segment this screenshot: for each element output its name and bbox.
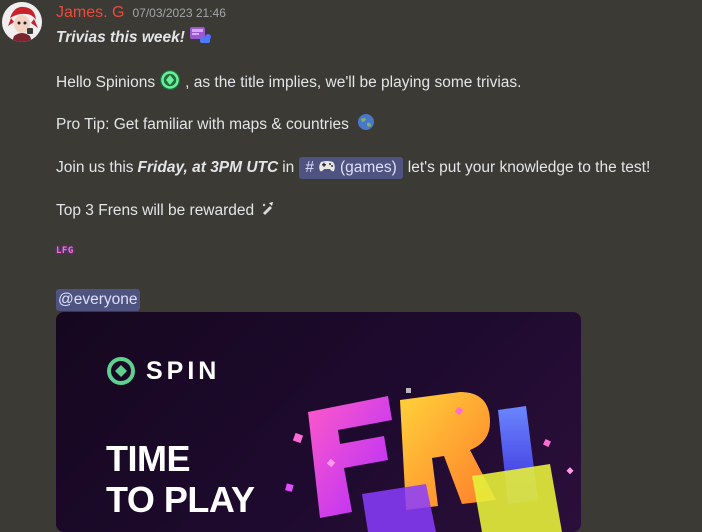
reward-text: Top 3 Frens will be rewarded <box>56 201 255 219</box>
event-time: Friday, at 3PM UTC <box>137 159 279 176</box>
message-title: Trivias this week! <box>56 28 185 46</box>
join-rest: let's put your knowledge to the test! <box>407 159 651 176</box>
greeting-text: Hello Spinions <box>56 73 156 91</box>
reward-line: Top 3 Frens will be rewarded <box>56 201 279 220</box>
hero-text: TIME TO PLAY <box>106 438 255 520</box>
avatar[interactable] <box>2 2 42 42</box>
globe-emoji-icon <box>357 113 375 136</box>
trivia-emoji-icon <box>189 25 213 50</box>
channel-hash: # <box>305 159 314 176</box>
pro-tip-text: Pro Tip: Get familiar with maps & countr… <box>56 115 349 133</box>
greeting-rest: , as the title implies, we'll be playing… <box>185 73 522 91</box>
greeting-line: Hello Spinions , as the title implies, w… <box>56 69 521 96</box>
friday-artwork <box>285 388 574 532</box>
image-embed[interactable]: SPIN TIME TO PLAY <box>56 312 581 532</box>
join-text: Join us this <box>56 159 134 176</box>
hero-line-2: TO PLAY <box>106 479 255 520</box>
channel-mention-games[interactable]: # (games) <box>299 157 403 179</box>
controller-emoji-icon <box>318 159 336 177</box>
hero-line-1: TIME <box>106 438 190 479</box>
spin-logo-icon <box>107 357 135 385</box>
brand-name: SPIN <box>146 356 221 385</box>
channel-name: (games) <box>339 159 397 176</box>
author-name[interactable]: James. G <box>56 4 124 22</box>
spin-logo: SPIN <box>106 356 220 386</box>
chat-message: James. G 07/03/2023 21:46 Trivias this w… <box>0 0 702 532</box>
timestamp: 07/03/2023 21:46 <box>132 6 226 20</box>
message-header: James. G 07/03/2023 21:46 <box>56 4 226 24</box>
reward-emoji-icon <box>261 201 275 220</box>
spin-emoji-icon <box>159 69 181 96</box>
in-text: in <box>282 159 295 176</box>
everyone-line: @everyone <box>56 289 140 311</box>
lfg-line: LFG <box>56 246 74 256</box>
pro-tip-line: Pro Tip: Get familiar with maps & countr… <box>56 113 379 136</box>
everyone-mention[interactable]: @everyone <box>56 289 140 311</box>
join-line: Join us this Friday, at 3PM UTC in # (ga… <box>56 157 650 179</box>
message-title-line: Trivias this week! <box>56 25 217 50</box>
lfg-emoji: LFG <box>56 246 74 256</box>
